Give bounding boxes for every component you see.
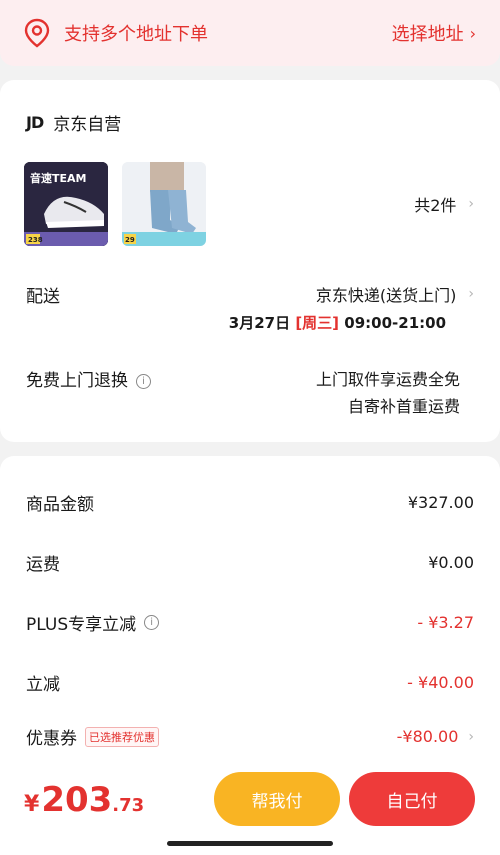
plus-discount-value: - ¥3.27 [417,613,474,632]
price-row-goods: 商品金额 ¥327.00 [26,490,474,515]
choose-address-link[interactable]: 选择地址 › [392,20,476,46]
coupon-label: 优惠券 [26,729,77,749]
chevron-right-icon: › [468,196,474,212]
return-line-1: 上门取件享运费全免 [315,370,460,389]
coupon-tag: 已选推荐优惠 [85,726,159,747]
info-icon[interactable]: i [136,374,151,389]
delivery-date: 3月27日 [228,314,291,332]
self-pay-button[interactable]: 自己付 [349,772,475,826]
info-icon[interactable]: i [144,615,160,630]
jd-logo: JD [26,113,44,132]
item-count-label: 共2件 [414,196,457,215]
return-line-2: 自寄补首重运费 [347,397,460,416]
total-decimal: .73 [112,795,145,816]
price-row-instant: 立减 - ¥40.00 [26,670,474,695]
address-hint: 支持多个地址下单 [64,24,208,45]
product-thumbnail-socks[interactable]: 29 [122,162,206,246]
price-summary-card: 商品金额 ¥327.00 运费 ¥0.00 PLUS专享立减 i - ¥3.27 … [0,456,500,776]
instant-discount-label: 立减 [26,675,60,695]
plus-discount-label: PLUS专享立减 [26,615,137,635]
location-pin-icon [24,18,50,48]
instant-discount-value: - ¥40.00 [407,673,474,692]
socks-image: 29 [122,162,206,246]
total-price: ¥ 203 .73 [24,780,144,820]
shop-name: 京东自营 [53,115,122,135]
home-indicator [167,841,333,846]
chevron-right-icon: › [468,286,474,302]
free-return-label: 免费上门退换 [26,371,128,391]
socks-price-tag: 29 [125,236,135,244]
item-count[interactable]: 共2件 › [414,192,474,216]
shop-header: JD 京东自营 [26,110,121,135]
delivery-method: 京东快递(送货上门) [315,286,457,305]
free-return-details: 上门取件享运费全免 自寄补首重运费 [316,366,460,420]
order-card: JD 京东自营 音速TEAM 238 29 共2件 › 配送 京东快递(送货上门… [0,80,500,442]
total-integer: 203 [41,780,113,820]
shipping-label: 运费 [26,555,60,575]
price-row-coupon[interactable]: 优惠券 已选推荐优惠 -¥80.00 › [26,724,474,749]
checkout-bar: ¥ 203 .73 帮我付 自己付 [0,762,500,855]
goods-amount-label: 商品金额 [26,495,94,515]
choose-address-label: 选择地址 [391,24,464,45]
delivery-label: 配送 [26,287,60,307]
chevron-right-icon: › [468,728,474,745]
coupon-value: -¥80.00 [396,727,459,746]
help-pay-button[interactable]: 帮我付 [214,772,340,826]
shoe-image: 音速TEAM 238 [24,162,108,246]
price-row-shipping: 运费 ¥0.00 [26,550,474,575]
price-row-plus: PLUS专享立减 i - ¥3.27 [26,610,474,635]
goods-amount-value: ¥327.00 [407,493,474,512]
product-thumbnail-shoe[interactable]: 音速TEAM 238 [24,162,108,246]
chevron-right-icon: › [469,23,476,43]
shipping-value: ¥0.00 [428,553,474,572]
multi-address-bar[interactable]: 支持多个地址下单 选择地址 › [0,0,500,66]
delivery-time: 09:00-21:00 [344,314,446,332]
delivery-option[interactable]: 京东快递(送货上门) › 3月27日 [周三] 09:00-21:00 [229,282,474,333]
free-return-row: 免费上门退换 i [26,366,151,391]
shoe-badge-text: 音速TEAM [30,171,86,185]
total-currency: ¥ [24,792,40,817]
delivery-weekday: [周三] [295,314,340,332]
shoe-price-tag: 238 [28,236,43,244]
